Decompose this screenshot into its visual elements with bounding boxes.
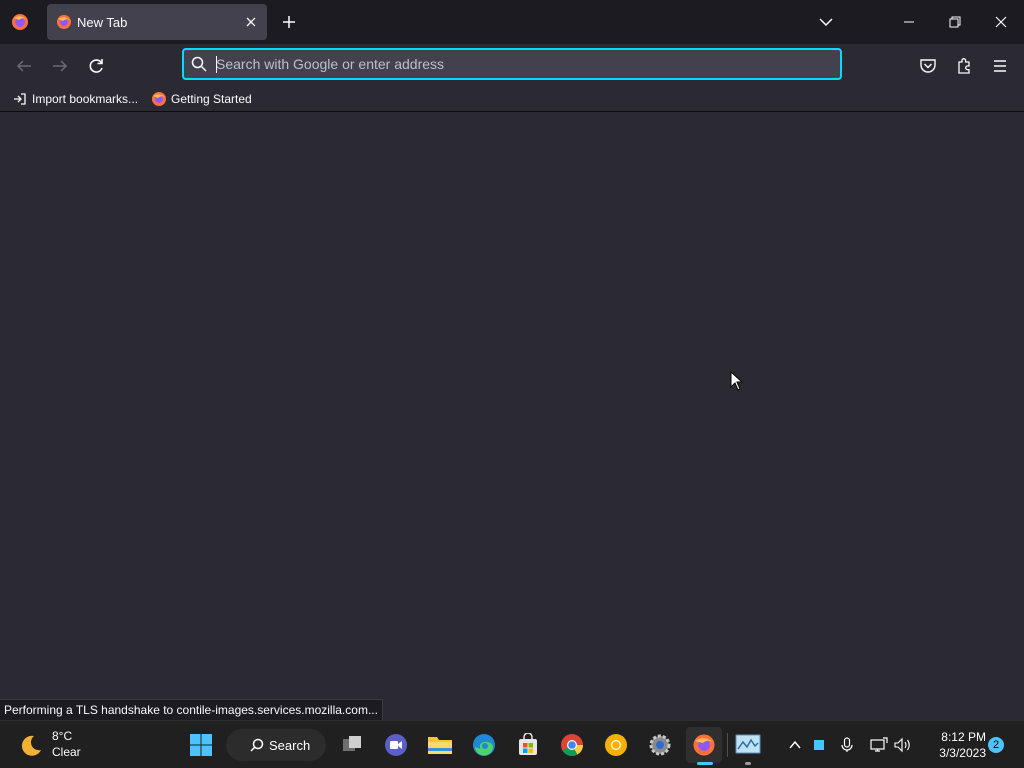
file-explorer-icon	[428, 737, 452, 754]
minimize-button[interactable]	[886, 0, 932, 44]
store-button[interactable]	[510, 727, 546, 763]
bookmark-label: Import bookmarks...	[32, 92, 139, 106]
system-monitor-icon	[735, 734, 761, 754]
taskbar-search-button[interactable]: Search	[226, 729, 326, 761]
restore-button[interactable]	[932, 0, 978, 44]
taskbar-search-label: Search	[269, 738, 311, 753]
restore-icon	[949, 16, 961, 28]
firefox-icon	[693, 734, 715, 756]
task-view-button[interactable]	[334, 727, 370, 763]
pocket-icon[interactable]	[914, 52, 942, 80]
system-monitor-button[interactable]	[730, 727, 766, 763]
microphone-icon	[841, 737, 853, 752]
chrome-button[interactable]	[554, 727, 590, 763]
firefox-taskbar-button[interactable]	[686, 727, 722, 763]
settings-icon	[649, 734, 671, 756]
bookmark-getting-started[interactable]: Getting Started	[151, 90, 252, 108]
meet-icon	[385, 734, 407, 756]
taskbar-clock[interactable]: 8:12 PM 3/3/2023	[918, 729, 986, 761]
firefox-icon	[152, 92, 166, 106]
running-app-indicator	[745, 762, 751, 765]
firefox-favicon-icon	[57, 15, 71, 29]
volume-button[interactable]	[893, 735, 913, 755]
minimize-icon	[904, 21, 914, 23]
tab-title: New Tab	[77, 15, 128, 30]
url-input[interactable]	[216, 53, 826, 75]
chevron-down-icon[interactable]	[818, 14, 834, 30]
clock-date: 3/3/2023	[939, 746, 986, 760]
taskbar: 8°C Clear Search 8:12 PM 3/3/2023 2	[0, 720, 1024, 768]
chrome-icon	[561, 734, 583, 756]
weather-temp: 8°C	[52, 729, 73, 743]
tray-app-icon	[814, 740, 824, 750]
start-button[interactable]	[183, 727, 219, 763]
clock-time: 8:12 PM	[941, 730, 986, 744]
bookmark-import[interactable]: Import bookmarks...	[12, 90, 138, 108]
chrome-canary-button[interactable]	[598, 727, 634, 763]
show-hidden-icons-button[interactable]	[785, 735, 805, 755]
meet-button[interactable]	[378, 727, 414, 763]
text-caret	[216, 56, 217, 73]
search-icon	[191, 56, 207, 72]
close-tab-icon[interactable]	[243, 14, 259, 30]
chevron-up-icon	[789, 740, 801, 749]
moon-icon	[21, 735, 41, 756]
close-window-button[interactable]	[978, 0, 1024, 44]
file-explorer-button[interactable]	[422, 727, 458, 763]
mouse-cursor-icon	[730, 371, 744, 391]
page-content	[0, 113, 1024, 720]
microphone-button[interactable]	[837, 735, 857, 755]
hamburger-menu-icon[interactable]	[986, 52, 1014, 80]
navigation-toolbar	[0, 44, 1024, 86]
forward-arrow-icon[interactable]	[46, 52, 74, 80]
edge-icon	[473, 734, 495, 756]
network-button[interactable]	[869, 735, 889, 755]
bookmarks-toolbar: Import bookmarks... Getting Started	[0, 86, 1024, 112]
notification-badge[interactable]: 2	[988, 737, 1004, 753]
edge-button[interactable]	[466, 727, 502, 763]
firefox-view-icon[interactable]	[10, 12, 30, 32]
import-icon	[14, 93, 26, 105]
chrome-canary-icon	[605, 734, 627, 756]
taskbar-divider	[727, 733, 728, 757]
task-view-icon	[343, 736, 361, 751]
reload-icon[interactable]	[82, 52, 110, 80]
tab-new-tab[interactable]: New Tab	[47, 4, 267, 40]
store-icon	[519, 733, 537, 755]
back-arrow-icon[interactable]	[10, 52, 38, 80]
weather-widget[interactable]: 8°C Clear	[18, 729, 108, 761]
address-bar[interactable]	[182, 48, 842, 80]
tab-strip: New Tab	[0, 0, 1024, 44]
new-tab-icon[interactable]	[281, 14, 297, 30]
speaker-icon	[894, 737, 910, 753]
windows-start-icon	[190, 734, 212, 756]
tray-app-button[interactable]	[809, 735, 829, 755]
network-icon	[870, 737, 888, 752]
extensions-icon[interactable]	[950, 52, 978, 80]
weather-condition: Clear	[52, 745, 81, 759]
status-panel: Performing a TLS handshake to contile-im…	[0, 699, 383, 721]
settings-button[interactable]	[642, 727, 678, 763]
search-icon	[250, 738, 264, 752]
active-app-indicator	[697, 762, 713, 765]
bookmark-label: Getting Started	[171, 92, 252, 106]
close-icon	[995, 16, 1007, 28]
